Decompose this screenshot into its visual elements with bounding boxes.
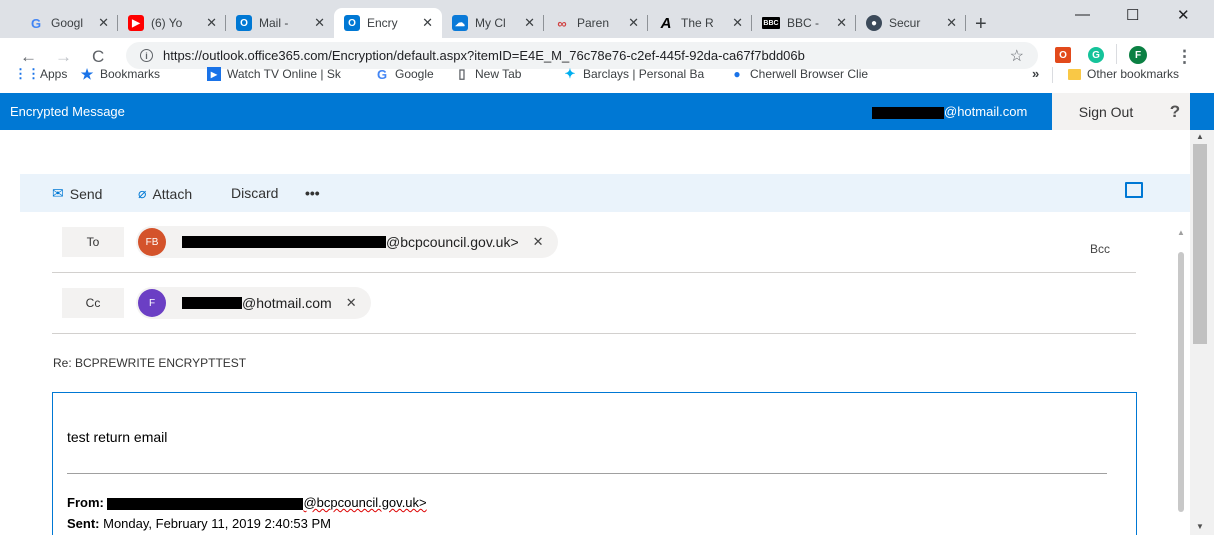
minimize-button[interactable]: — <box>1075 6 1090 23</box>
scroll-up-icon[interactable]: ▲ <box>1196 132 1204 141</box>
tab-mycloud[interactable]: ☁ My Cl ✕ <box>442 8 544 38</box>
compose-command-bar: ✉ Send ⌀ Attach Discard ••• <box>20 174 1190 212</box>
bookmark-watch-tv[interactable]: ▶ Watch TV Online | Sk <box>207 67 359 81</box>
send-button[interactable]: ✉ Send <box>52 185 102 202</box>
tab-bbc[interactable]: BBC BBC - ✕ <box>752 8 856 38</box>
star-icon: ★ <box>80 65 94 82</box>
header-title: Encrypted Message <box>10 104 125 119</box>
recipient-avatar: FB <box>138 228 166 256</box>
tab-security[interactable]: ● Secur ✕ <box>856 8 966 38</box>
close-tab-icon[interactable]: ✕ <box>206 15 217 31</box>
bookmark-bookmarks[interactable]: ★ Bookmarks <box>80 65 160 82</box>
close-window-button[interactable]: ✕ <box>1177 6 1190 24</box>
account-email: @hotmail.com <box>872 104 1027 119</box>
discard-button[interactable]: Discard <box>231 185 278 201</box>
divider <box>52 272 1136 273</box>
remove-recipient-icon[interactable]: ✕ <box>346 295 357 311</box>
scroll-up-icon[interactable]: ▲ <box>1177 228 1185 237</box>
subject-field[interactable]: Re: BCPREWRITE ENCRYPTTEST <box>53 356 246 370</box>
bookmark-google[interactable]: G Google <box>375 66 434 82</box>
tab-youtube[interactable]: ▶ (6) Yo ✕ <box>118 8 226 38</box>
google-icon: G <box>376 66 388 82</box>
globe-icon: ● <box>866 15 882 31</box>
bcc-button[interactable]: Bcc <box>1090 242 1110 256</box>
new-tab-button[interactable]: + <box>975 13 987 36</box>
close-tab-icon[interactable]: ✕ <box>732 15 743 31</box>
divider <box>52 333 1136 334</box>
bookmarks-overflow-button[interactable]: » <box>1032 66 1039 81</box>
quoted-from: From: @bcpcouncil.gov.uk> <box>67 495 427 510</box>
tab-google[interactable]: G Googl ✕ <box>18 8 118 38</box>
close-tab-icon[interactable]: ✕ <box>946 15 957 31</box>
cloud-icon: ☁ <box>452 15 468 31</box>
play-icon: ▶ <box>207 67 221 81</box>
link-icon: ∞ <box>557 15 567 31</box>
compose-pane: To FB @bcpcouncil.gov.uk> ✕ Bcc Cc F @ho… <box>20 212 1188 535</box>
recipient-avatar: F <box>138 289 166 317</box>
bookmark-apps[interactable]: ⋮⋮ Apps <box>14 66 67 81</box>
cc-recipient-chip[interactable]: F @hotmail.com ✕ <box>136 287 371 319</box>
quoted-divider <box>67 473 1107 474</box>
bookmark-new-tab[interactable]: ▯ New Tab <box>455 66 521 81</box>
tab-parent[interactable]: ∞ Paren ✕ <box>544 8 648 38</box>
bookmarks-bar: ⋮⋮ Apps ★ Bookmarks ▶ Watch TV Online | … <box>0 60 1214 90</box>
close-tab-icon[interactable]: ✕ <box>524 15 535 31</box>
send-icon: ✉ <box>52 185 64 201</box>
paperclip-icon: ⌀ <box>138 185 147 201</box>
body-text: test return email <box>67 429 168 445</box>
folder-icon <box>1068 68 1081 80</box>
scroll-down-icon[interactable]: ▼ <box>1196 522 1204 531</box>
attach-button[interactable]: ⌀ Attach <box>138 185 192 202</box>
owa-header: Encrypted Message @hotmail.com Sign Out … <box>0 93 1214 130</box>
to-recipient-chip[interactable]: FB @bcpcouncil.gov.uk> ✕ <box>136 226 558 258</box>
tab-strip: G Googl ✕ ▶ (6) Yo ✕ O Mail - ✕ O Encry … <box>0 0 1214 38</box>
tab-encrypted[interactable]: O Encry ✕ <box>334 8 442 38</box>
cc-button[interactable]: Cc <box>62 288 124 318</box>
apps-icon: ⋮⋮ <box>14 66 40 81</box>
bookmark-cherwell[interactable]: ● Cherwell Browser Clie <box>730 67 875 81</box>
sign-out-button[interactable]: Sign Out <box>1052 93 1160 130</box>
compose-scrollbar[interactable]: ▲ <box>1175 222 1187 532</box>
bookmark-barclays[interactable]: ✦ Barclays | Personal Ba <box>563 67 711 81</box>
more-options-button[interactable]: ••• <box>305 185 320 201</box>
outlook-icon: O <box>344 15 360 31</box>
barclays-icon: ✦ <box>564 67 576 81</box>
quoted-sent: Sent: Monday, February 11, 2019 2:40:53 … <box>67 516 331 531</box>
maximize-button[interactable]: ☐ <box>1126 6 1139 24</box>
outlook-icon: O <box>236 15 252 31</box>
bbc-icon: BBC <box>762 17 780 29</box>
youtube-icon: ▶ <box>128 15 144 31</box>
redacted-block <box>872 106 944 119</box>
scroll-thumb[interactable] <box>1193 144 1207 344</box>
scroll-thumb[interactable] <box>1178 252 1184 512</box>
the-r-icon: A <box>660 14 672 32</box>
tab-the-r[interactable]: A The R ✕ <box>648 8 752 38</box>
popout-icon[interactable] <box>1125 182 1143 198</box>
cherwell-icon: ● <box>733 67 741 81</box>
redacted-block <box>182 236 386 248</box>
google-icon: G <box>30 15 42 31</box>
remove-recipient-icon[interactable]: ✕ <box>533 234 544 250</box>
page-scrollbar[interactable]: ▲ ▼ <box>1190 130 1214 535</box>
close-tab-icon[interactable]: ✕ <box>314 15 325 31</box>
message-body-editor[interactable]: test return email From: @bcpcouncil.gov.… <box>52 392 1137 535</box>
close-tab-icon[interactable]: ✕ <box>836 15 847 31</box>
redacted-block <box>107 497 304 510</box>
tab-mail[interactable]: O Mail - ✕ <box>226 8 334 38</box>
help-icon[interactable]: ? <box>1160 93 1190 130</box>
close-tab-icon[interactable]: ✕ <box>422 15 433 31</box>
to-button[interactable]: To <box>62 227 124 257</box>
redacted-block <box>182 297 242 309</box>
close-tab-icon[interactable]: ✕ <box>628 15 639 31</box>
other-bookmarks-folder[interactable]: Other bookmarks <box>1068 67 1179 81</box>
close-tab-icon[interactable]: ✕ <box>98 15 109 31</box>
page-icon: ▯ <box>458 66 466 81</box>
